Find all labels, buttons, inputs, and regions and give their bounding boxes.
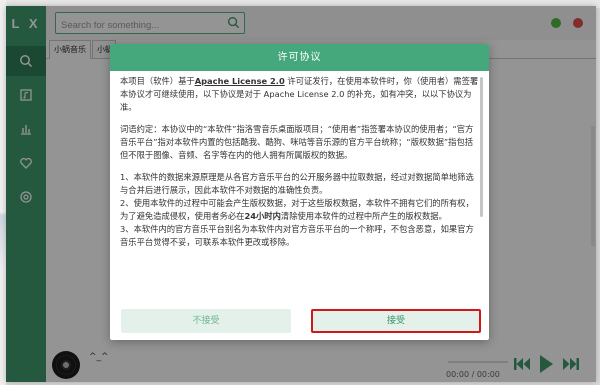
decline-button[interactable]: 不接受 [121,309,291,333]
clause-2-bold: 24小时内 [244,211,281,221]
license-paragraph-clauses: 1、本软件的数据来源原理是从各官方音乐平台的公开服务器中拉取数据，经过对数据简单… [120,171,479,249]
license-name: Apache License 2.0 [194,76,285,86]
license-paragraph-intro: 本项目（软件）基于Apache License 2.0 许可证发行，在使用本软件… [120,75,479,114]
license-dialog: 许可协议 本项目（软件）基于Apache License 2.0 许可证发行，在… [110,44,489,340]
dialog-scrollbar[interactable] [480,77,483,217]
accept-button[interactable]: 接受 [311,309,481,333]
license-paragraph-terms: 词语约定：本协议中的“本软件”指洛雪音乐桌面版项目；“使用者”指签署本协议的使用… [120,124,474,160]
dialog-body: 本项目（软件）基于Apache License 2.0 许可证发行，在使用本软件… [120,75,479,291]
clause-3: 3、本软件内的官方音乐平台别名为本软件内对官方音乐平台的一个称呼，不包含恶意，如… [120,224,474,247]
dialog-title: 许可协议 [110,44,489,71]
license-intro-text: 本项目（软件）基于 [120,76,195,86]
clause-1: 1、本软件的数据来源原理是从各官方音乐平台的公开服务器中拉取数据，经过对数据简单… [120,172,474,195]
clause-2-post: 清除使用本软件的过程中所产生的版权数据。 [280,211,447,221]
